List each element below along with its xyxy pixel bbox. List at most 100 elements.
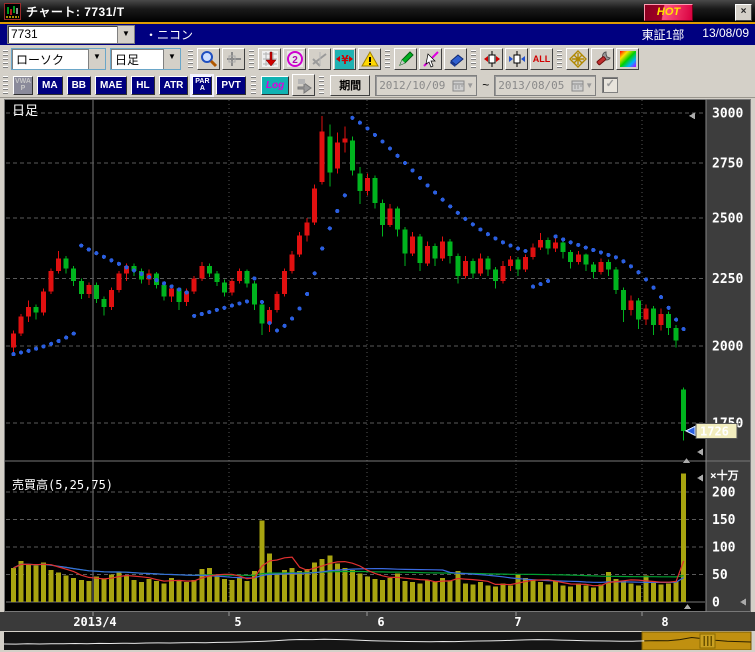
eraser-button[interactable] bbox=[444, 48, 467, 70]
yen-reversal-button[interactable]: ¥ bbox=[333, 48, 356, 70]
svg-text:150: 150 bbox=[712, 513, 736, 528]
date-to-field[interactable]: 2013/08/05 ▼ bbox=[494, 75, 596, 96]
toolbar-grip bbox=[249, 50, 254, 68]
svg-text:3000: 3000 bbox=[712, 107, 743, 122]
alert-button[interactable] bbox=[358, 48, 381, 70]
indicator-toolbar: VWAP MA BB MAE HL ATR PARA PVT Log 期間 20… bbox=[0, 73, 755, 98]
close-button[interactable]: × bbox=[735, 4, 752, 21]
current-date: 13/08/09 bbox=[702, 26, 749, 43]
rainbow-icon bbox=[619, 50, 637, 68]
timeframe-value: 日足 bbox=[111, 49, 163, 69]
circled-2-tool-button[interactable]: 2 bbox=[283, 48, 306, 70]
timeframe-combobox[interactable]: 日足 ▼ bbox=[110, 48, 181, 70]
select-line-button[interactable] bbox=[419, 48, 442, 70]
show-all-button[interactable]: ALL bbox=[530, 48, 553, 70]
warning-icon bbox=[361, 50, 379, 68]
pattern-button[interactable] bbox=[566, 48, 589, 70]
app-icon bbox=[4, 3, 21, 20]
settings-button[interactable] bbox=[591, 48, 614, 70]
indicator-bb-button[interactable]: BB bbox=[67, 76, 91, 95]
trendline-tool-button[interactable] bbox=[308, 48, 331, 70]
toolbar-grip bbox=[557, 50, 562, 68]
indicator-pvt-button[interactable]: PVT bbox=[216, 76, 245, 95]
x-axis-month-label: 2013/4 bbox=[73, 615, 116, 629]
widen-bars-button[interactable] bbox=[480, 48, 503, 70]
crosshair-button[interactable] bbox=[222, 48, 245, 70]
trend-lines-icon bbox=[311, 50, 329, 68]
indicator-hl-button[interactable]: HL bbox=[131, 76, 154, 95]
svg-text:2000: 2000 bbox=[712, 340, 743, 355]
chevron-down-icon[interactable]: ▼ bbox=[88, 49, 105, 69]
toolbar-grip bbox=[385, 50, 390, 68]
range-checkbox[interactable]: ✓ bbox=[602, 77, 618, 93]
svg-text:2750: 2750 bbox=[712, 157, 743, 172]
symbol-code-combobox[interactable]: 7731 ▼ bbox=[7, 25, 135, 44]
svg-text:2250: 2250 bbox=[712, 272, 743, 287]
volume-pane-label: 売買高(5,25,75) bbox=[12, 477, 113, 492]
toolbar-grip bbox=[319, 76, 324, 94]
svg-text:2500: 2500 bbox=[712, 211, 743, 226]
indicator-mae-button[interactable]: MAE bbox=[95, 76, 127, 95]
search-icon bbox=[200, 50, 218, 68]
color-button[interactable] bbox=[616, 48, 639, 70]
toolbar-grip bbox=[3, 76, 8, 94]
symbol-name: ・ニコン bbox=[145, 26, 193, 43]
toolbar-grip bbox=[251, 76, 256, 94]
price-volume-chart[interactable]: 300027502500225020001750200150100500×十万日… bbox=[0, 97, 755, 652]
chart-type-value: ローソク bbox=[12, 49, 88, 69]
down-arrow-chart-icon bbox=[261, 50, 279, 68]
candle-expand-icon bbox=[483, 50, 501, 68]
x-axis-month-label: 8 bbox=[661, 615, 668, 629]
narrow-bars-button[interactable] bbox=[505, 48, 528, 70]
date-to-value: 2013/08/05 bbox=[495, 79, 571, 92]
x-axis-month-label: 6 bbox=[377, 615, 384, 629]
svg-text:1726: 1726 bbox=[700, 424, 729, 438]
draw-pencil-button[interactable] bbox=[394, 48, 417, 70]
svg-text:×十万: ×十万 bbox=[710, 468, 739, 482]
chevron-down-icon[interactable]: ▼ bbox=[466, 81, 474, 90]
candle-shrink-icon bbox=[508, 50, 526, 68]
toolbar-grip bbox=[471, 50, 476, 68]
x-axis-month-label: 7 bbox=[514, 615, 521, 629]
log-scale-button[interactable]: Log bbox=[261, 76, 289, 95]
chevron-down-icon[interactable]: ▼ bbox=[585, 81, 593, 90]
main-pane-label: 日足 bbox=[12, 104, 38, 119]
indicator-para-button[interactable]: PARA bbox=[192, 76, 212, 95]
export-button[interactable] bbox=[292, 74, 315, 96]
yen-arrows-icon: ¥ bbox=[335, 50, 354, 69]
chart-app-window: チャート: 7731/T HOT × 7731 ▼ ・ニコン 東証1部 13/0… bbox=[0, 0, 755, 652]
hot-button[interactable]: HOT bbox=[644, 4, 693, 21]
calendar-icon bbox=[452, 79, 465, 92]
chart-type-combobox[interactable]: ローソク ▼ bbox=[11, 48, 106, 70]
date-from-value: 2012/10/09 bbox=[376, 79, 452, 92]
market-label: 東証1部 bbox=[642, 26, 685, 43]
svg-text:2: 2 bbox=[292, 55, 298, 66]
zoom-button[interactable] bbox=[197, 48, 220, 70]
svg-text:0: 0 bbox=[712, 596, 720, 611]
crosshair-icon bbox=[225, 50, 243, 68]
indicator-atr-button[interactable]: ATR bbox=[159, 76, 189, 95]
date-range-tilde: ~ bbox=[482, 78, 489, 92]
svg-text:50: 50 bbox=[712, 568, 728, 583]
mesh-icon bbox=[569, 50, 587, 68]
wrench-icon bbox=[594, 50, 612, 68]
svg-text:100: 100 bbox=[712, 541, 736, 556]
chevron-down-icon[interactable]: ▼ bbox=[117, 26, 134, 43]
pencil-icon bbox=[397, 50, 415, 68]
eraser-icon bbox=[447, 50, 465, 68]
indicator-vwap-button[interactable]: VWAP bbox=[13, 76, 33, 95]
calendar-icon bbox=[571, 79, 584, 92]
circled-2-icon: 2 bbox=[286, 50, 304, 68]
chevron-down-icon[interactable]: ▼ bbox=[163, 49, 180, 69]
period-button[interactable]: 期間 bbox=[330, 75, 370, 96]
symbol-bar: 7731 ▼ ・ニコン 東証1部 13/08/09 bbox=[0, 24, 755, 45]
minimap-grip[interactable] bbox=[700, 634, 715, 648]
toolbar-grip bbox=[3, 50, 8, 68]
svg-text:¥: ¥ bbox=[341, 53, 349, 67]
symbol-code: 7731 bbox=[8, 26, 117, 43]
indicator-ma-button[interactable]: MA bbox=[37, 76, 63, 95]
title-bar: チャート: 7731/T HOT × bbox=[0, 0, 755, 22]
date-from-field[interactable]: 2012/10/09 ▼ bbox=[375, 75, 477, 96]
arrow-export-icon bbox=[295, 76, 313, 94]
price-arrow-tool-button[interactable] bbox=[258, 48, 281, 70]
